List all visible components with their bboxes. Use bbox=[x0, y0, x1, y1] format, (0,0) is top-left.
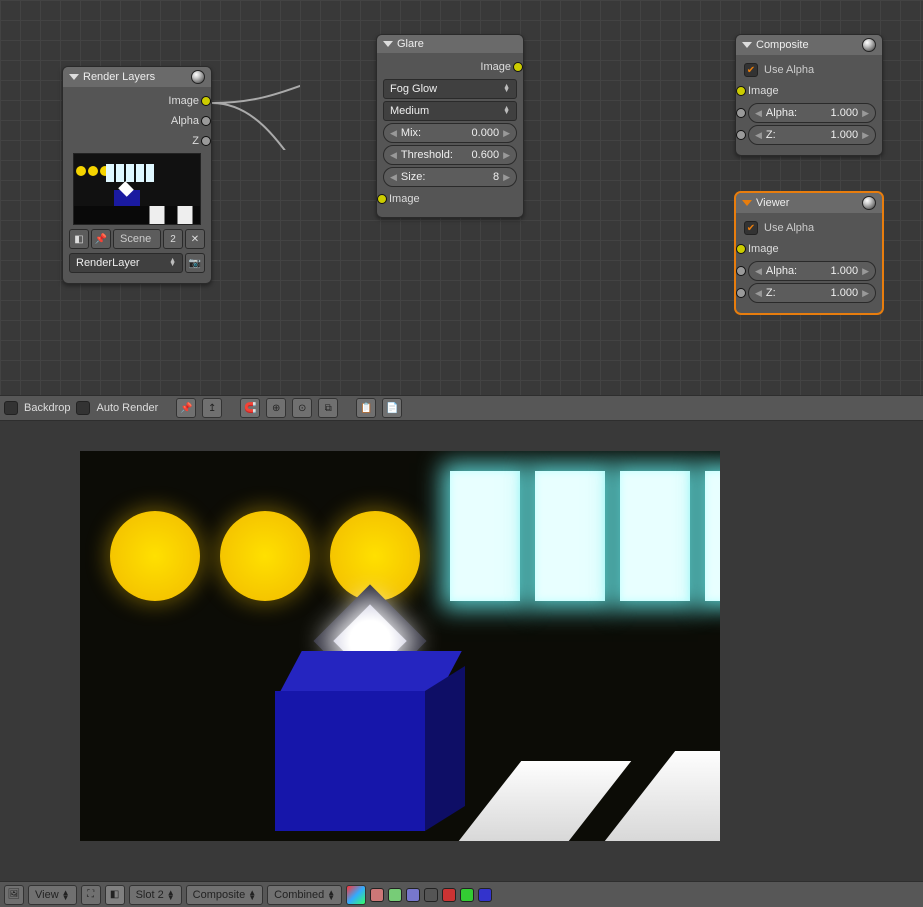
z-output-socket[interactable] bbox=[201, 136, 211, 146]
image-input-socket[interactable] bbox=[736, 86, 746, 96]
scene-name-field[interactable]: Scene bbox=[113, 229, 161, 249]
channel-b2-icon[interactable] bbox=[478, 888, 492, 902]
preview-sphere-icon[interactable] bbox=[862, 38, 876, 52]
mix-field[interactable]: ◀Mix:0.000▶ bbox=[383, 123, 517, 143]
collapse-icon[interactable] bbox=[383, 41, 393, 47]
glare-type-dropdown[interactable]: Fog Glow▲▼ bbox=[383, 79, 517, 99]
alpha-output-socket[interactable] bbox=[201, 116, 211, 126]
collapse-icon[interactable] bbox=[742, 42, 752, 48]
slot-menu[interactable]: Slot 2▲▼ bbox=[129, 885, 182, 905]
socket-label: Image bbox=[480, 61, 511, 73]
render-thumbnail bbox=[73, 153, 201, 225]
render-single-layer-icon[interactable]: 📷 bbox=[185, 253, 205, 273]
node-title: Composite bbox=[756, 39, 862, 51]
use-alpha-label: Use Alpha bbox=[764, 64, 814, 76]
backdrop-checkbox[interactable] bbox=[4, 401, 18, 415]
node-title: Render Layers bbox=[83, 71, 191, 83]
image-editor-header: 🖼 View▲▼ ⛶ ◧ Slot 2▲▼ Composite▲▼ Combin… bbox=[0, 881, 923, 907]
alpha-field[interactable]: ◀Alpha:1.000▶ bbox=[748, 103, 876, 123]
pin-icon[interactable]: 📌 bbox=[91, 229, 111, 249]
display-color-icon[interactable] bbox=[346, 885, 366, 905]
snap-target-icon[interactable]: ⊙ bbox=[292, 398, 312, 418]
alpha-input-socket[interactable] bbox=[736, 266, 746, 276]
clipboard-icon[interactable]: 📄 bbox=[382, 398, 402, 418]
z-field[interactable]: ◀Z:1.000▶ bbox=[748, 125, 876, 145]
use-alpha-checkbox[interactable]: ✔ bbox=[744, 63, 758, 77]
collapse-icon[interactable] bbox=[69, 74, 79, 80]
node-editor-header: Backdrop Auto Render 📌 ↥ 🧲 ⊕ ⊙ ⧉ 📋 📄 bbox=[0, 395, 923, 421]
preview-sphere-icon[interactable] bbox=[862, 196, 876, 210]
node-viewer[interactable]: Viewer ✔ Use Alpha Image ◀Alpha:1.000▶ ◀Z… bbox=[735, 192, 883, 314]
z-field[interactable]: ◀Z:1.000▶ bbox=[748, 283, 876, 303]
node-header[interactable]: Composite bbox=[736, 35, 882, 55]
threshold-field[interactable]: ◀Threshold:0.600▶ bbox=[383, 145, 517, 165]
node-title: Glare bbox=[397, 38, 517, 50]
go-parent-icon[interactable]: ↥ bbox=[202, 398, 222, 418]
node-header[interactable]: Glare bbox=[377, 35, 523, 53]
image-browse-icon[interactable]: ◧ bbox=[105, 885, 125, 905]
image-input-socket[interactable] bbox=[736, 244, 746, 254]
socket-label: Image bbox=[748, 243, 779, 255]
size-field[interactable]: ◀Size:8▶ bbox=[383, 167, 517, 187]
use-alpha-label: Use Alpha bbox=[764, 222, 814, 234]
scene-users[interactable]: 2 bbox=[163, 229, 183, 249]
channel-g2-icon[interactable] bbox=[460, 888, 474, 902]
view-menu[interactable]: View▲▼ bbox=[28, 885, 77, 905]
channel-r-icon[interactable] bbox=[370, 888, 384, 902]
node-composite[interactable]: Composite ✔ Use Alpha Image ◀Alpha:1.000▶… bbox=[735, 34, 883, 156]
copy-nodes-icon[interactable]: ⧉ bbox=[318, 398, 338, 418]
alpha-input-socket[interactable] bbox=[736, 108, 746, 118]
render-layer-dropdown[interactable]: RenderLayer▲▼ bbox=[69, 253, 183, 273]
backdrop-label: Backdrop bbox=[24, 402, 70, 414]
channel-a-icon[interactable] bbox=[424, 888, 438, 902]
image-input-socket[interactable] bbox=[377, 194, 387, 204]
node-title: Viewer bbox=[756, 197, 862, 209]
compositor-node-editor[interactable]: Render Layers Image Alpha Z ◧ 📌 Scene 2 … bbox=[0, 0, 923, 395]
render-layer-menu[interactable]: Composite▲▼ bbox=[186, 885, 264, 905]
socket-label: Image bbox=[748, 85, 779, 97]
remove-scene-icon[interactable]: ✕ bbox=[185, 229, 205, 249]
frame-icon[interactable]: ⛶ bbox=[81, 885, 101, 905]
use-alpha-checkbox[interactable]: ✔ bbox=[744, 221, 758, 235]
socket-label: Z bbox=[192, 135, 199, 147]
image-output-socket[interactable] bbox=[513, 62, 523, 72]
socket-label: Image bbox=[389, 193, 420, 205]
editor-type-icon[interactable]: 🖼 bbox=[4, 885, 24, 905]
snap-icon[interactable]: 🧲 bbox=[240, 398, 260, 418]
socket-label: Alpha bbox=[171, 115, 199, 127]
render-pass-menu[interactable]: Combined▲▼ bbox=[267, 885, 342, 905]
auto-render-checkbox[interactable] bbox=[76, 401, 90, 415]
glare-quality-dropdown[interactable]: Medium▲▼ bbox=[383, 101, 517, 121]
node-glare[interactable]: Glare Image Fog Glow▲▼ Medium▲▼ ◀Mix:0.0… bbox=[376, 34, 524, 218]
alpha-field[interactable]: ◀Alpha:1.000▶ bbox=[748, 261, 876, 281]
render-result-image bbox=[80, 451, 720, 841]
auto-render-label: Auto Render bbox=[96, 402, 158, 414]
channel-g-icon[interactable] bbox=[388, 888, 402, 902]
snap-type-icon[interactable]: ⊕ bbox=[266, 398, 286, 418]
preview-sphere-icon[interactable] bbox=[191, 70, 205, 84]
node-header[interactable]: Viewer bbox=[736, 193, 882, 213]
pin-icon[interactable]: 📌 bbox=[176, 398, 196, 418]
paste-nodes-icon[interactable]: 📋 bbox=[356, 398, 376, 418]
image-editor-area[interactable] bbox=[0, 421, 923, 881]
socket-label: Image bbox=[168, 95, 199, 107]
scene-browse-icon[interactable]: ◧ bbox=[69, 229, 89, 249]
node-render-layers[interactable]: Render Layers Image Alpha Z ◧ 📌 Scene 2 … bbox=[62, 66, 212, 284]
channel-r2-icon[interactable] bbox=[442, 888, 456, 902]
node-header[interactable]: Render Layers bbox=[63, 67, 211, 87]
z-input-socket[interactable] bbox=[736, 288, 746, 298]
channel-b-icon[interactable] bbox=[406, 888, 420, 902]
z-input-socket[interactable] bbox=[736, 130, 746, 140]
image-output-socket[interactable] bbox=[201, 96, 211, 106]
collapse-icon[interactable] bbox=[742, 200, 752, 206]
